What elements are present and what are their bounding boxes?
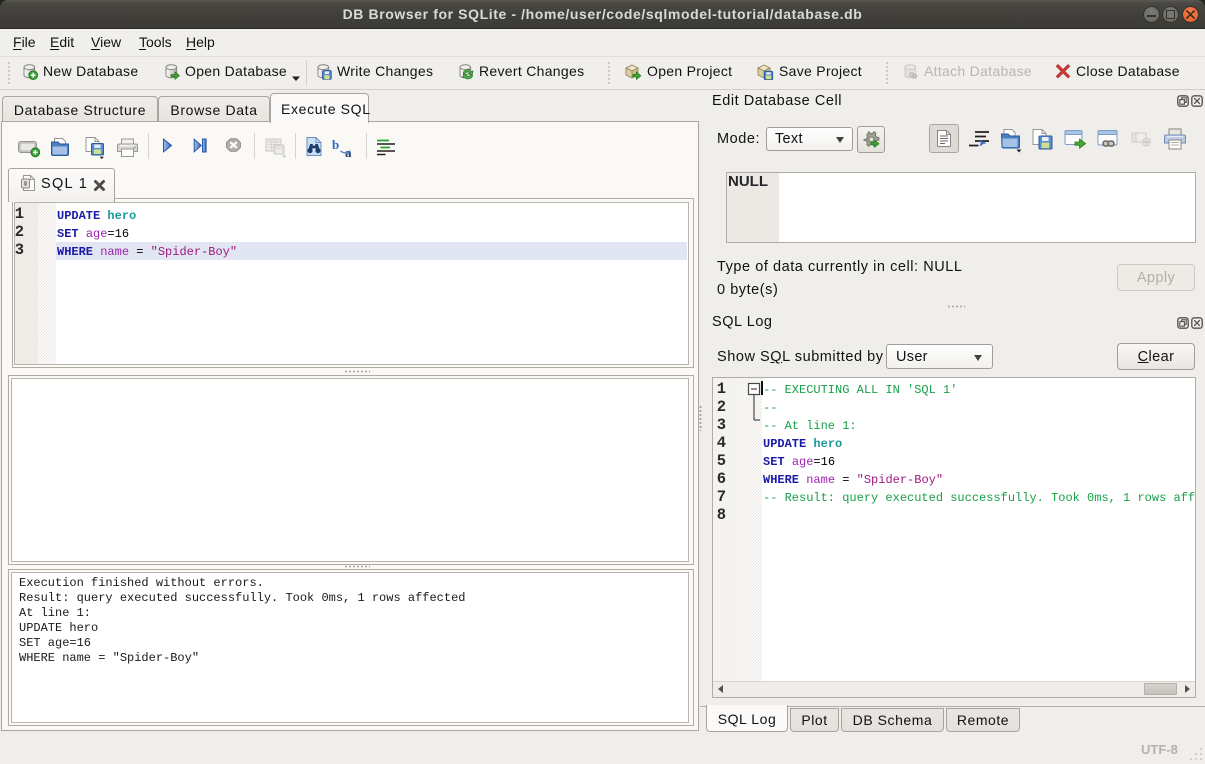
svg-text:b: b [332,138,339,152]
